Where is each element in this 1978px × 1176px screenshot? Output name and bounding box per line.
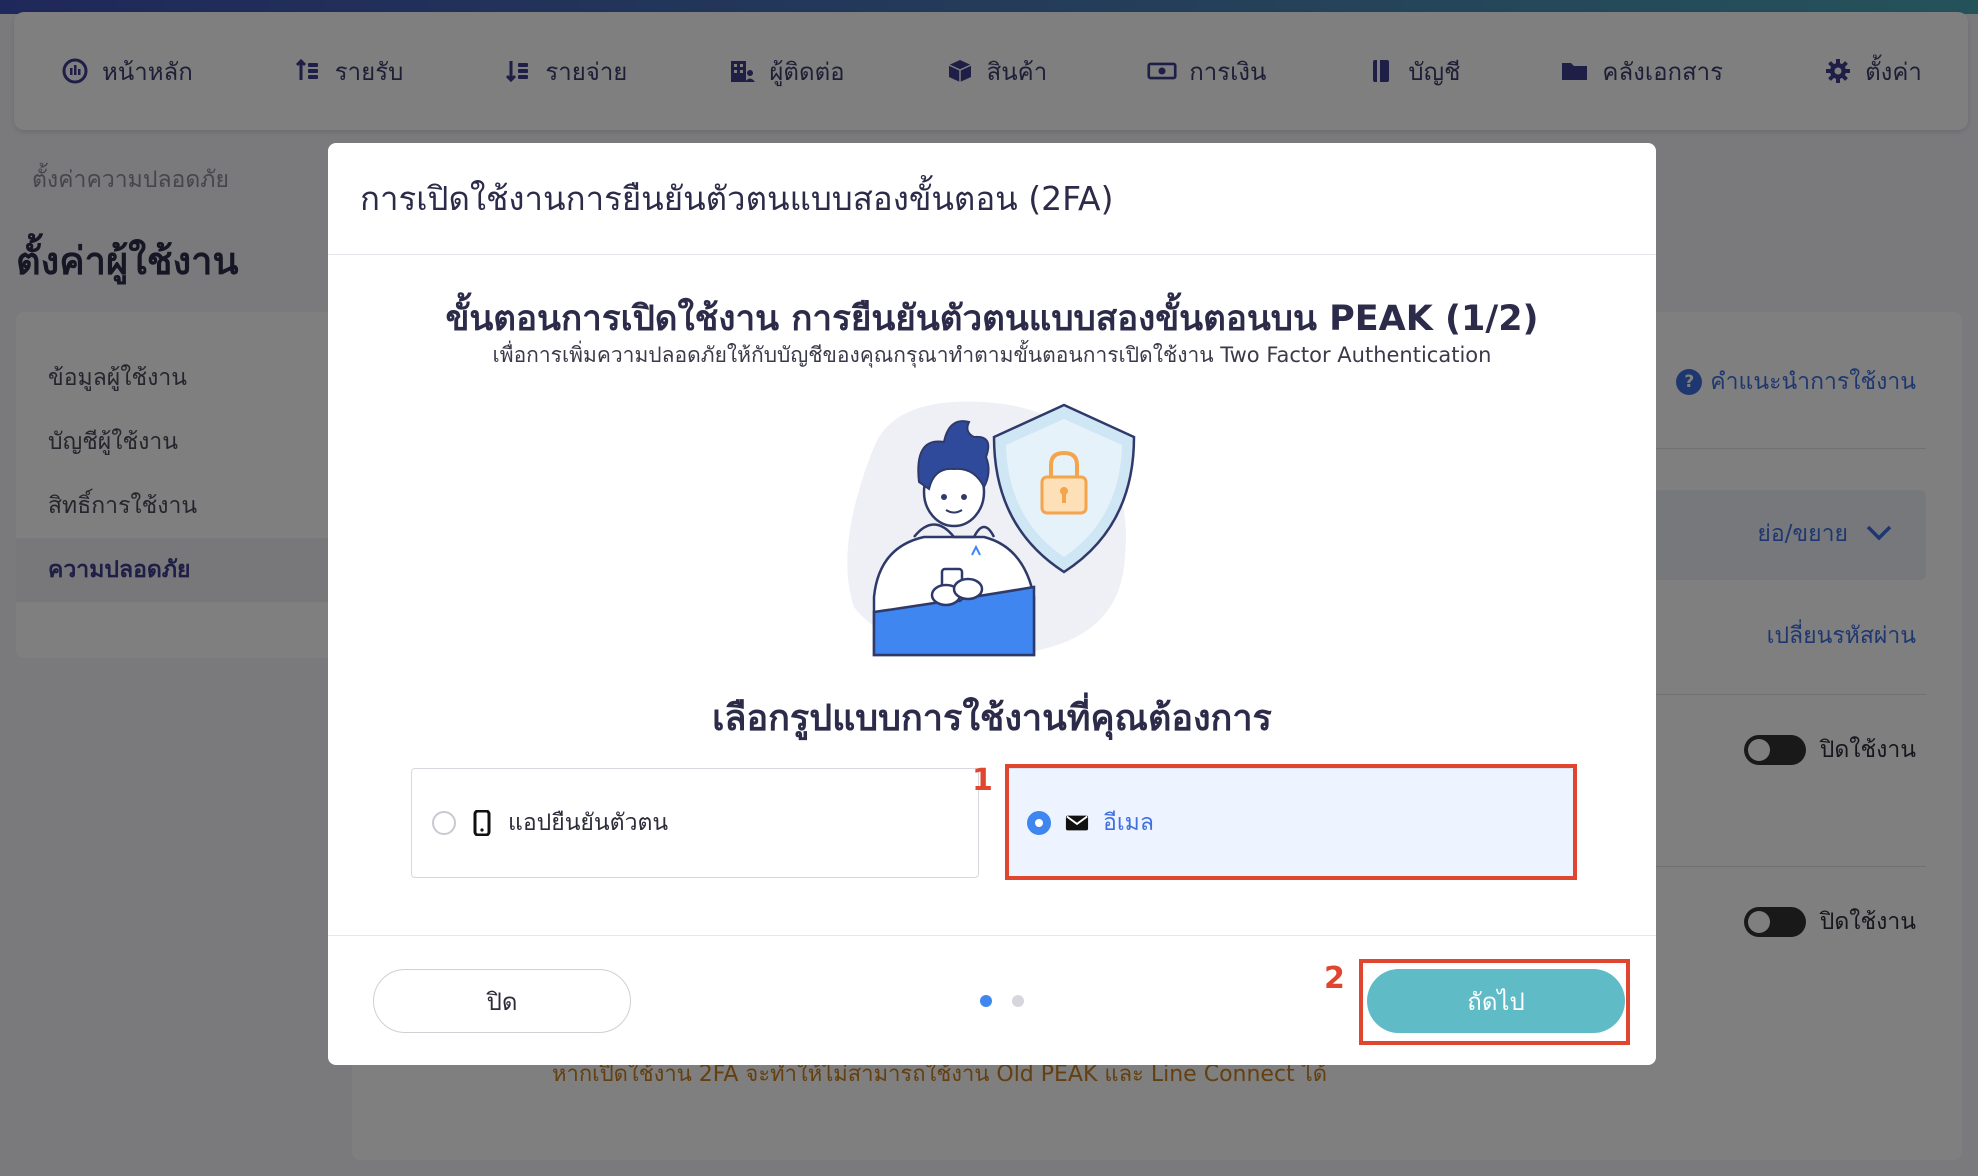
step-dot-2: [1012, 995, 1024, 1007]
security-illustration: [834, 397, 1170, 657]
annotation-marker-1: 1: [972, 763, 993, 798]
choose-method-title: เลือกรูปแบบการใช้งานที่คุณต้องการ: [712, 698, 1272, 739]
phone-icon: [470, 810, 494, 836]
annotation-box-2: [1359, 959, 1630, 1045]
twofa-setup-modal: การเปิดใช้งานการยืนยันตัวตนแบบสองขั้นตอน…: [328, 143, 1656, 1065]
modal-header: การเปิดใช้งานการยืนยันตัวตนแบบสองขั้นตอน…: [328, 143, 1656, 255]
step-indicator: [980, 995, 1024, 1007]
step-subtitle: เพื่อการเพิ่มความปลอดภัยให้กับบัญชีของคุ…: [492, 343, 1492, 367]
radio-authenticator-app[interactable]: [432, 811, 456, 835]
option-authenticator-app[interactable]: แอปยืนยันตัวตน: [411, 768, 979, 878]
step-title: ขั้นตอนการเปิดใช้งาน การยืนยันตัวตนแบบสอ…: [445, 299, 1539, 339]
step-dot-1: [980, 995, 992, 1007]
modal-title: การเปิดใช้งานการยืนยันตัวตนแบบสองขั้นตอน…: [360, 179, 1114, 218]
option-label: แอปยืนยันตัวตน: [508, 810, 669, 836]
annotation-marker-2: 2: [1324, 961, 1345, 996]
annotation-box-1: [1005, 764, 1577, 880]
close-button[interactable]: ปิด: [373, 969, 631, 1033]
